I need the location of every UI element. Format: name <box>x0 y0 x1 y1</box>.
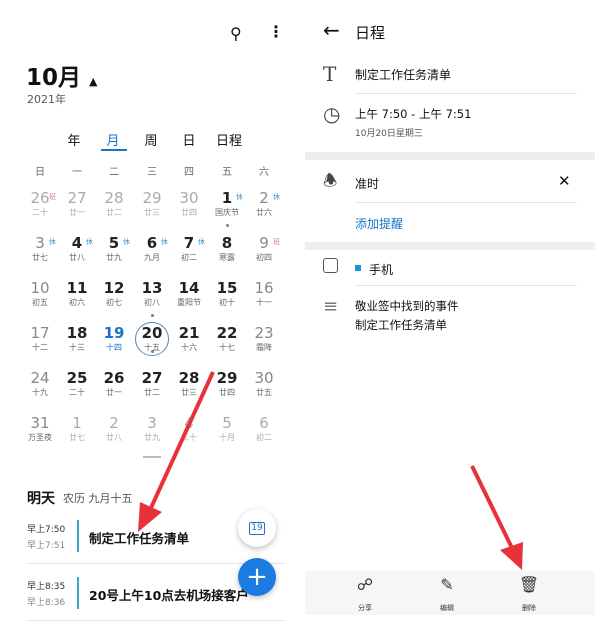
annotation-arrows <box>138 371 523 570</box>
red-arrow-annotation <box>470 465 523 570</box>
red-arrow-annotation <box>138 371 215 532</box>
